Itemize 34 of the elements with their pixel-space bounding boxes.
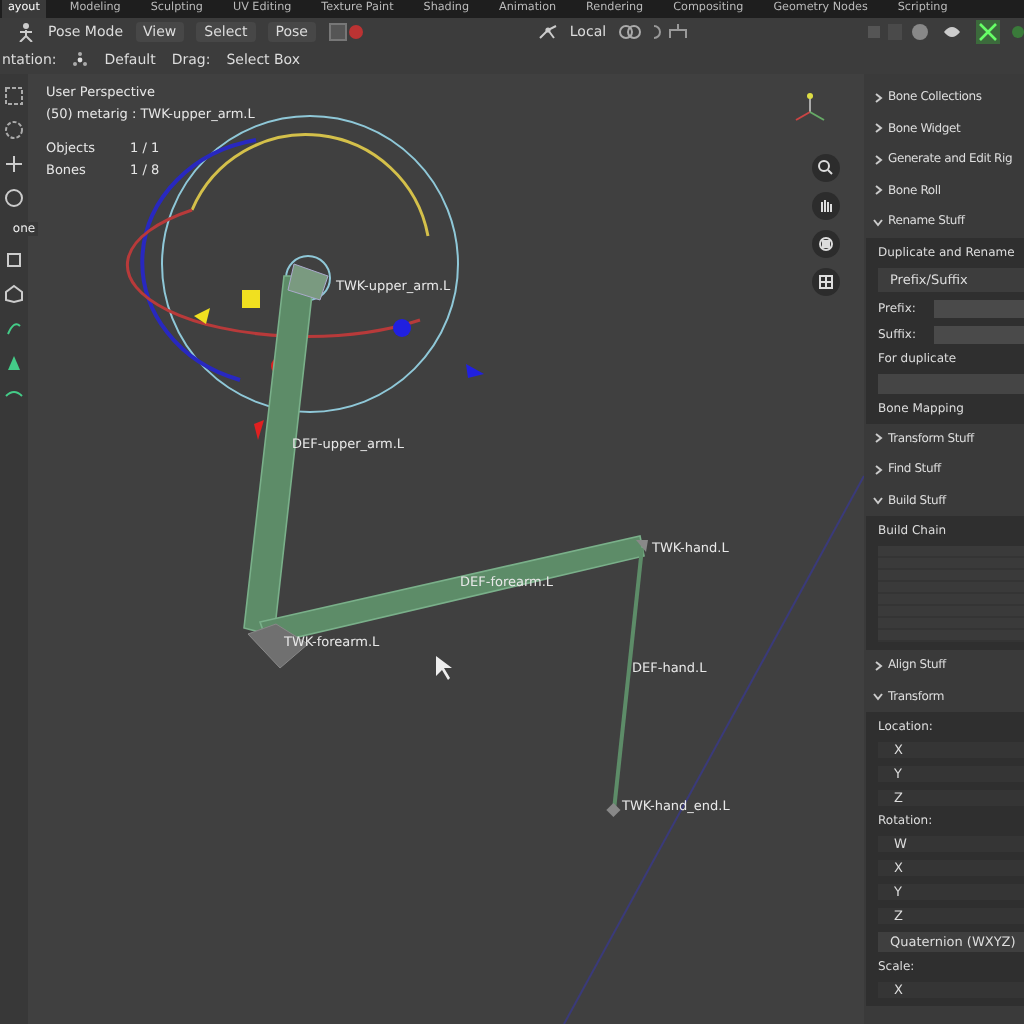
- overlay-icons[interactable]: [327, 22, 364, 42]
- mouse-cursor-icon: [436, 656, 452, 680]
- chevron-down-icon[interactable]: [872, 494, 884, 507]
- cursor-icon[interactable]: [4, 154, 24, 174]
- chevron-right-icon[interactable]: [872, 153, 884, 166]
- grid-icon: [816, 272, 836, 292]
- chevron-right-icon[interactable]: [872, 91, 884, 104]
- pivot-icon[interactable]: [537, 22, 558, 42]
- select-box-icon[interactable]: [4, 86, 24, 106]
- axis-gizmo-icon: [795, 93, 825, 121]
- chevron-down-icon[interactable]: [872, 215, 884, 228]
- chevron-right-icon[interactable]: [872, 659, 884, 672]
- orientation-icon: [72, 50, 89, 70]
- grid-button[interactable]: [812, 268, 840, 296]
- zoom-icon: [816, 158, 836, 178]
- input-field[interactable]: [934, 325, 1024, 343]
- cube-icon[interactable]: [4, 284, 24, 304]
- snap-icons[interactable]: [618, 22, 691, 42]
- zoom-button[interactable]: [812, 154, 840, 182]
- camera-button[interactable]: [812, 230, 840, 258]
- pose-icon[interactable]: [16, 22, 36, 42]
- chevron-right-icon[interactable]: [872, 184, 884, 197]
- chevron-right-icon[interactable]: [872, 463, 884, 476]
- viewport-shading-icons[interactable]: [864, 20, 1024, 44]
- chevron-right-icon[interactable]: [872, 432, 884, 445]
- rotate-icon[interactable]: [4, 188, 24, 208]
- hand-button[interactable]: [812, 192, 840, 220]
- select-circle-icon[interactable]: [4, 120, 24, 140]
- input-field[interactable]: [934, 299, 1024, 317]
- curve-icon[interactable]: [4, 318, 24, 338]
- scale-icon[interactable]: [4, 250, 24, 270]
- chevron-right-icon[interactable]: [872, 122, 884, 135]
- chevron-down-icon[interactable]: [872, 690, 884, 703]
- triangle-icon[interactable]: [4, 352, 24, 372]
